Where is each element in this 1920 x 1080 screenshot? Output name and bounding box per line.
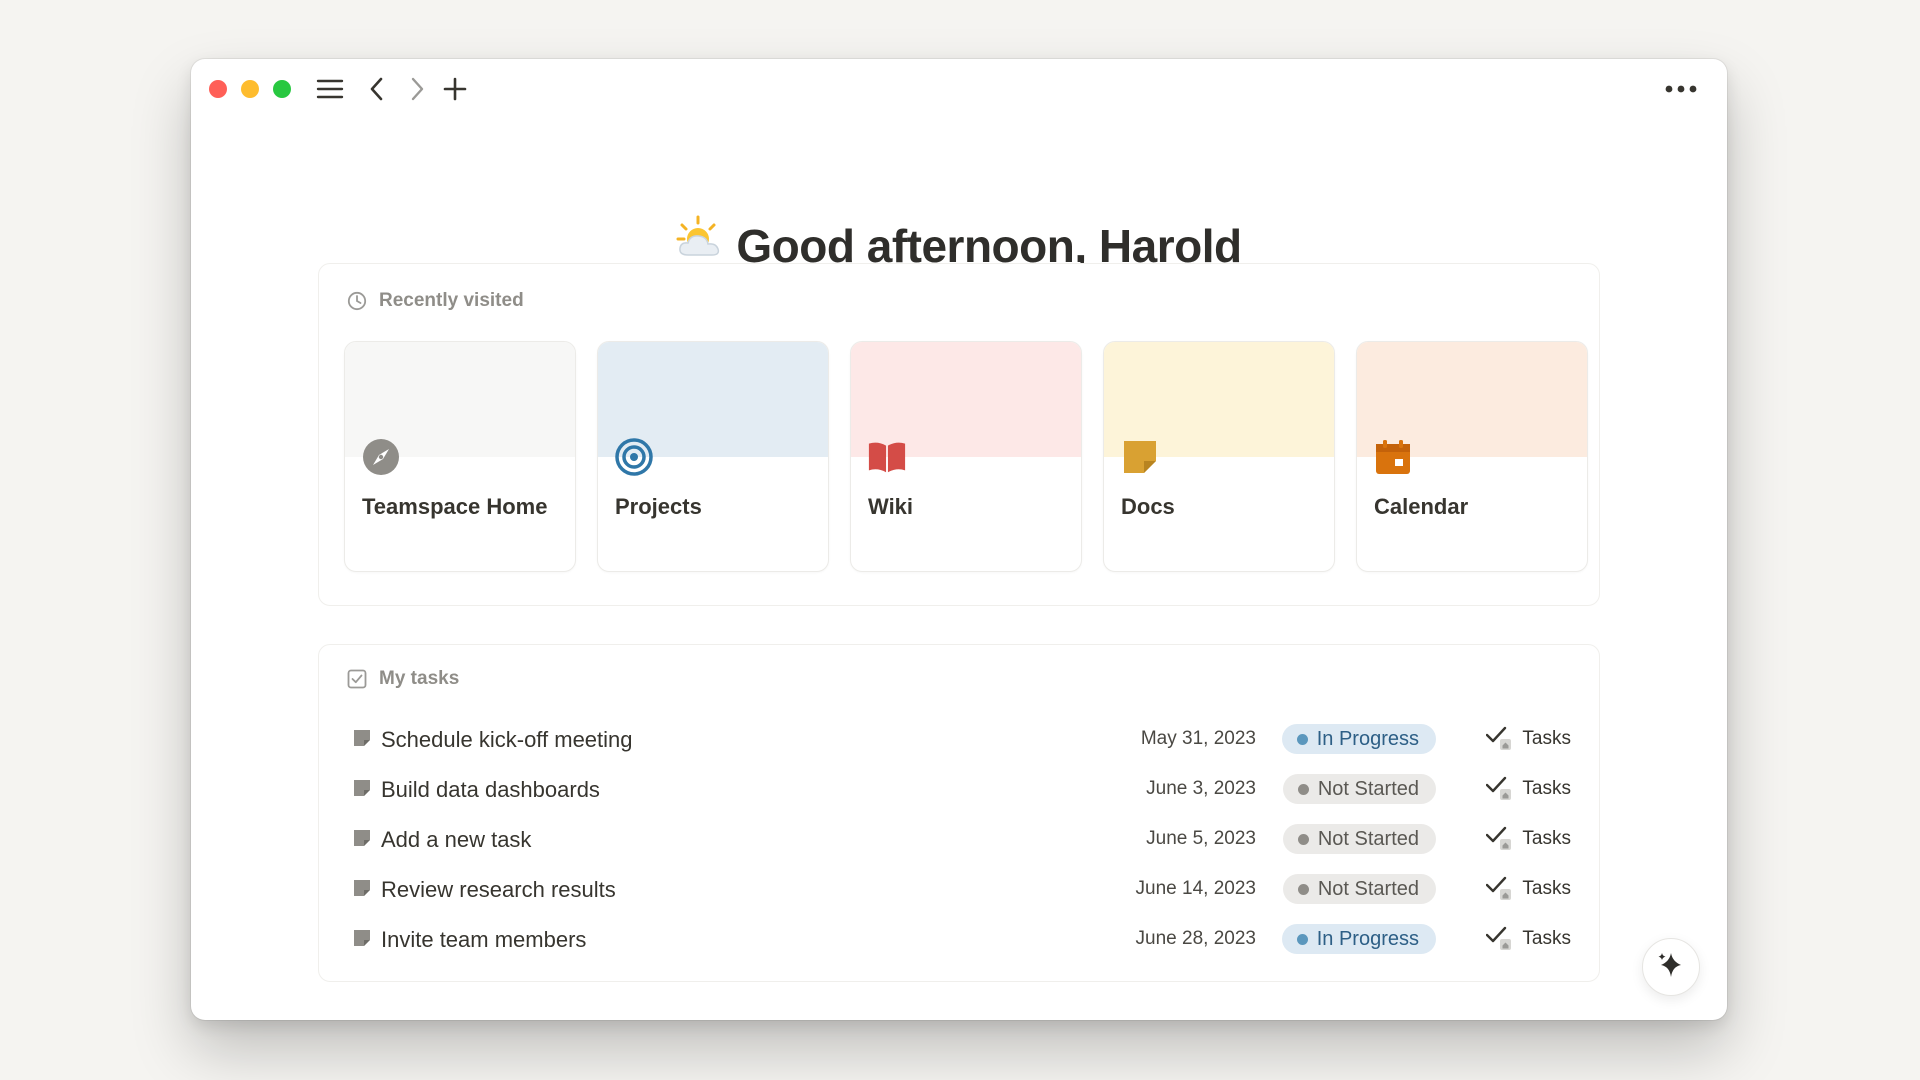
task-row[interactable]: Build data dashboards June 3, 2023 Not S… [349, 769, 1589, 809]
my-tasks-panel: My tasks Schedule kick-off meeting May 3… [318, 644, 1600, 982]
card-label: Projects [615, 494, 702, 519]
card-teamspace-home[interactable]: Teamspace Home [344, 341, 576, 572]
status-badge[interactable]: In Progress [1281, 924, 1436, 954]
menu-icon[interactable] [314, 73, 346, 105]
recently-visited-header: Recently visited [347, 289, 524, 313]
status-label: In Progress [1316, 927, 1419, 950]
database-link[interactable]: Tasks [1486, 724, 1571, 754]
card-label: Teamspace Home [362, 494, 548, 519]
tasks-database-icon [1486, 926, 1512, 952]
task-due-date: June 5, 2023 [1146, 828, 1256, 849]
sparkle-icon [1657, 951, 1685, 984]
database-label: Tasks [1522, 728, 1571, 749]
target-icon [614, 437, 654, 477]
close-window-button[interactable] [209, 80, 227, 98]
tasks-database-icon [1486, 876, 1512, 902]
my-tasks-title: My tasks [379, 668, 460, 689]
checkbox-icon [347, 669, 367, 689]
back-icon[interactable] [361, 73, 393, 105]
tasks-database-icon [1486, 776, 1512, 802]
page-icon [353, 929, 373, 949]
task-title: Invite team members [381, 927, 587, 952]
task-row[interactable]: Invite team members June 28, 2023 In Pro… [349, 919, 1589, 959]
status-badge[interactable]: Not Started [1282, 774, 1436, 804]
task-title: Review research results [381, 877, 616, 902]
database-label: Tasks [1522, 778, 1571, 799]
task-due-date: June 3, 2023 [1146, 778, 1256, 799]
minimize-window-button[interactable] [241, 80, 259, 98]
status-label: Not Started [1317, 877, 1419, 900]
page-icon [353, 779, 373, 799]
database-link[interactable]: Tasks [1486, 924, 1571, 954]
task-title: Add a new task [381, 827, 532, 852]
status-dot [1296, 733, 1308, 745]
card-label: Wiki [868, 494, 914, 519]
task-due-date: June 14, 2023 [1135, 878, 1256, 899]
card-calendar[interactable]: Calendar [1356, 341, 1588, 572]
task-row[interactable]: Review research results June 14, 2023 No… [349, 869, 1589, 909]
card-projects[interactable]: Projects [597, 341, 829, 572]
card-label: Calendar [1374, 494, 1469, 519]
compass-icon [361, 437, 401, 477]
task-due-date: May 31, 2023 [1140, 728, 1256, 749]
calendar-icon [1373, 437, 1413, 477]
status-label: Not Started [1317, 777, 1419, 800]
zoom-window-button[interactable] [273, 80, 291, 98]
clock-icon [347, 291, 367, 311]
card-label: Docs [1121, 494, 1175, 519]
my-tasks-header: My tasks [347, 667, 459, 691]
card-docs[interactable]: Docs [1103, 341, 1335, 572]
page-icon [353, 729, 373, 749]
forward-icon[interactable] [401, 73, 433, 105]
task-due-date: June 28, 2023 [1135, 928, 1256, 949]
task-row[interactable]: Schedule kick-off meeting May 31, 2023 I… [349, 719, 1589, 759]
status-badge[interactable]: Not Started [1282, 824, 1436, 854]
status-dot [1296, 933, 1308, 945]
database-link[interactable]: Tasks [1486, 874, 1571, 904]
card-wiki[interactable]: Wiki [850, 341, 1082, 572]
database-link[interactable]: Tasks [1486, 774, 1571, 804]
sticky-note-icon [1120, 437, 1160, 477]
task-row[interactable]: Add a new task June 5, 2023 Not Started … [349, 819, 1589, 859]
task-title: Build data dashboards [381, 777, 600, 802]
ai-assistant-button[interactable] [1642, 938, 1700, 996]
status-label: In Progress [1316, 727, 1419, 750]
title-bar [191, 59, 1727, 119]
page-icon [353, 879, 373, 899]
status-label: Not Started [1317, 827, 1419, 850]
tasks-database-icon [1486, 826, 1512, 852]
database-label: Tasks [1522, 828, 1571, 849]
recently-visited-panel: Recently visited Teamspace Home Projects… [318, 263, 1600, 606]
database-label: Tasks [1522, 928, 1571, 949]
plus-icon[interactable] [439, 73, 471, 105]
status-badge[interactable]: In Progress [1281, 724, 1436, 754]
status-badge[interactable]: Not Started [1282, 874, 1436, 904]
tasks-database-icon [1486, 726, 1512, 752]
recently-visited-title: Recently visited [379, 290, 524, 311]
more-icon[interactable] [1661, 73, 1701, 105]
status-dot [1297, 783, 1309, 795]
page-icon [353, 829, 373, 849]
task-title: Schedule kick-off meeting [381, 727, 633, 752]
status-dot [1297, 883, 1309, 895]
database-link[interactable]: Tasks [1486, 824, 1571, 854]
book-icon [867, 437, 907, 477]
status-dot [1297, 833, 1309, 845]
app-window: Good afternoon, Harold Recently visited … [191, 59, 1727, 1020]
database-label: Tasks [1522, 878, 1571, 899]
